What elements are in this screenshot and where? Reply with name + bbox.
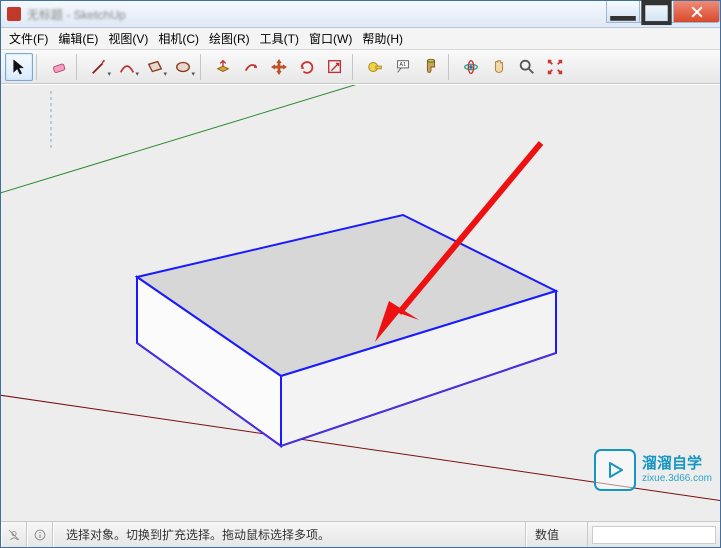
watermark-brand: 溜溜自学 bbox=[642, 455, 702, 472]
minimize-button[interactable] bbox=[606, 1, 640, 23]
rotate-tool[interactable] bbox=[293, 53, 321, 81]
play-icon bbox=[594, 449, 636, 491]
watermark-url: zixue.3d66.com bbox=[642, 473, 712, 484]
toolbar: ▾ ▾ ▾ ▾ A1 bbox=[1, 50, 720, 84]
watermark: 溜溜自学 zixue.3d66.com bbox=[594, 449, 712, 491]
menu-help[interactable]: 帮助(H) bbox=[358, 28, 407, 49]
menu-draw[interactable]: 绘图(R) bbox=[205, 28, 254, 49]
close-button[interactable] bbox=[674, 1, 720, 23]
toolbar-separator bbox=[352, 54, 358, 80]
app-icon bbox=[7, 7, 21, 21]
status-info-icon[interactable] bbox=[27, 522, 53, 547]
window-controls bbox=[606, 1, 720, 27]
paint-tool[interactable] bbox=[417, 53, 445, 81]
status-value-label: 数值 bbox=[526, 522, 588, 547]
menu-file[interactable]: 文件(F) bbox=[5, 28, 52, 49]
status-value-box[interactable] bbox=[592, 526, 716, 544]
scale-tool[interactable] bbox=[321, 53, 349, 81]
toolbar-separator bbox=[76, 54, 82, 80]
pushpull-tool[interactable] bbox=[209, 53, 237, 81]
move-tool[interactable] bbox=[265, 53, 293, 81]
menu-view[interactable]: 视图(V) bbox=[104, 28, 152, 49]
toolbar-separator bbox=[448, 54, 454, 80]
circle-tool[interactable]: ▾ bbox=[169, 53, 197, 81]
status-message: 选择对象。切换到扩充选择。拖动鼠标选择多项。 bbox=[53, 522, 526, 547]
viewport[interactable]: 溜溜自学 zixue.3d66.com bbox=[1, 84, 720, 521]
menu-edit[interactable]: 编辑(E) bbox=[54, 28, 102, 49]
arc-tool[interactable]: ▾ bbox=[113, 53, 141, 81]
followme-tool[interactable] bbox=[237, 53, 265, 81]
select-tool[interactable] bbox=[5, 53, 33, 81]
text-tool[interactable]: A1 bbox=[389, 53, 417, 81]
menu-window[interactable]: 窗口(W) bbox=[305, 28, 356, 49]
eraser-tool[interactable] bbox=[45, 53, 73, 81]
zoom-tool[interactable] bbox=[513, 53, 541, 81]
toolbar-separator bbox=[36, 54, 42, 80]
pan-tool[interactable] bbox=[485, 53, 513, 81]
svg-text:A1: A1 bbox=[399, 62, 406, 68]
statusbar: 选择对象。切换到扩充选择。拖动鼠标选择多项。 数值 bbox=[1, 521, 720, 547]
menubar: 文件(F) 编辑(E) 视图(V) 相机(C) 绘图(R) 工具(T) 窗口(W… bbox=[1, 28, 720, 50]
titlebar: 无标题 - SketchUp bbox=[1, 1, 720, 28]
app-window: 无标题 - SketchUp 文件(F) 编辑(E) 视图(V) 相机(C) 绘… bbox=[0, 0, 721, 548]
orbit-tool[interactable] bbox=[457, 53, 485, 81]
toolbar-separator bbox=[200, 54, 206, 80]
zoom-extents-tool[interactable] bbox=[541, 53, 569, 81]
rectangle-tool[interactable]: ▾ bbox=[141, 53, 169, 81]
tape-tool[interactable] bbox=[361, 53, 389, 81]
window-title: 无标题 - SketchUp bbox=[27, 6, 126, 23]
menu-tools[interactable]: 工具(T) bbox=[256, 28, 303, 49]
line-tool[interactable]: ▾ bbox=[85, 53, 113, 81]
menu-camera[interactable]: 相机(C) bbox=[154, 28, 203, 49]
status-geo-icon[interactable] bbox=[1, 522, 27, 547]
maximize-button[interactable] bbox=[640, 1, 674, 23]
